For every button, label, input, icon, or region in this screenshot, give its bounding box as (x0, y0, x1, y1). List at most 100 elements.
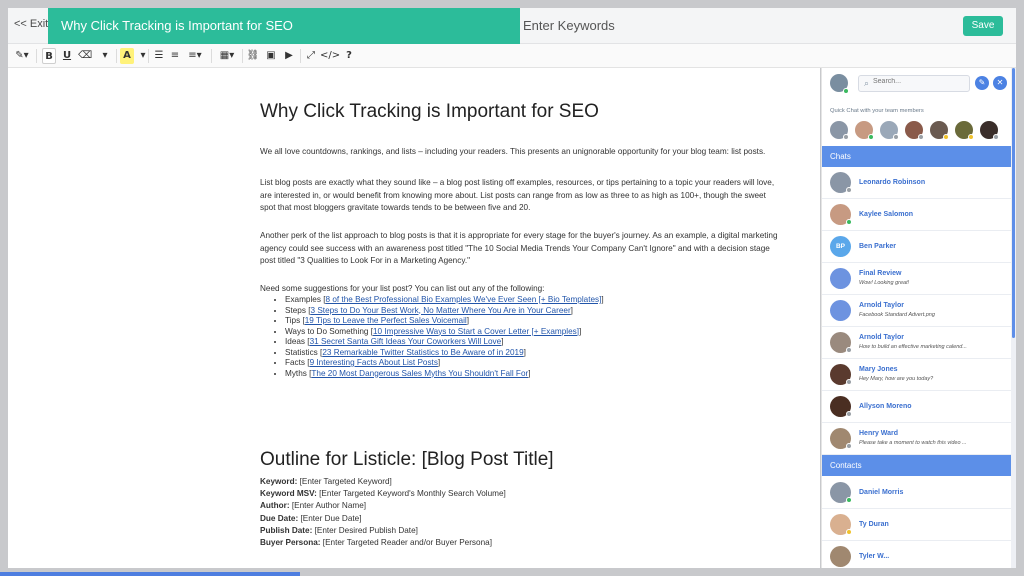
eraser-icon[interactable]: ⌫ (78, 48, 92, 64)
paragraph: Another perk of the list approach to blo… (260, 231, 778, 265)
list-item: Examples [8 of the Best Professional Bio… (285, 295, 604, 306)
last-message-preview: Hey Mary, how are you today? (859, 376, 934, 382)
image-icon[interactable]: ▣ (264, 48, 278, 64)
contact-name: Daniel Morris (859, 489, 904, 496)
chat-scrollbar[interactable] (1011, 68, 1016, 568)
contact-name: Leonardo Robinson (859, 179, 926, 186)
contact-name: Final Review (859, 270, 902, 277)
list-link[interactable]: 10 Impressive Ways to Start a Cover Lett… (373, 327, 579, 336)
fullscreen-icon[interactable]: ⤢ (304, 48, 318, 64)
toolbar-divider (300, 49, 301, 63)
list-link[interactable]: 19 Tips to Leave the Perfect Sales Voice… (305, 316, 467, 325)
link-icon[interactable]: ⛓ (246, 48, 260, 64)
contact-name: Ty Duran (859, 521, 889, 528)
status-dot (846, 347, 852, 353)
underline-button[interactable]: U (60, 48, 74, 64)
save-button[interactable]: Save (963, 16, 1003, 36)
scrollbar-thumb[interactable] (1012, 68, 1015, 338)
paragraph: Need some suggestions for your list post… (260, 284, 545, 293)
list-item: Ways to Do Something [10 Impressive Ways… (285, 327, 604, 338)
status-dot (993, 134, 999, 140)
status-dot (868, 134, 874, 140)
code-view-icon[interactable]: </> (320, 48, 340, 64)
editor-header: << Exit Why Click Tracking is Important … (8, 8, 1016, 44)
chat-row[interactable]: Leonardo Robinson (822, 167, 1011, 199)
chat-row[interactable]: Mary Jones Hey Mary, how are you today? (822, 359, 1011, 391)
contact-row[interactable]: Ty Duran (822, 509, 1011, 541)
list-link[interactable]: 9 Interesting Facts About List Posts (310, 358, 438, 367)
suggestion-list: Examples [8 of the Best Professional Bio… (285, 295, 604, 379)
list-link[interactable]: The 20 Most Dangerous Sales Myths You Sh… (311, 369, 528, 378)
list-item: Ideas [31 Secret Santa Gift Ideas Your C… (285, 337, 604, 348)
toolbar-divider (242, 49, 243, 63)
field-row: Publish Date: [Enter Desired Publish Dat… (260, 525, 418, 535)
post-title-tab[interactable]: Why Click Tracking is Important for SEO (48, 8, 520, 44)
magic-wand-icon[interactable]: ✎▾ (12, 48, 32, 64)
contact-name: Allyson Moreno (859, 403, 912, 410)
avatar (830, 546, 851, 567)
contact-row[interactable]: Tyler W... (822, 541, 1011, 568)
outline-heading: Outline for Listicle: [Blog Post Title] (260, 449, 554, 470)
outline-fields: Keyword: [Enter Targeted Keyword] Keywor… (260, 476, 506, 549)
toolbar-divider (36, 49, 37, 63)
chat-row[interactable]: Henry Ward Please take a moment to watch … (822, 423, 1011, 455)
paragraph: We all love countdowns, rankings, and li… (260, 147, 766, 156)
ordered-list-icon[interactable]: ≡ (168, 48, 182, 64)
edit-pencil-icon[interactable]: ✎ (975, 76, 989, 90)
contact-name: Tyler W... (859, 553, 890, 560)
avatar: BP (830, 236, 851, 257)
contact-name: Kaylee Salomon (859, 211, 914, 218)
chat-row[interactable]: BP Ben Parker (822, 231, 1011, 263)
toolbar-divider (116, 49, 117, 63)
contact-row[interactable]: Daniel Morris (822, 477, 1011, 509)
last-message-preview: Please take a moment to watch this video… (859, 440, 967, 446)
bold-button[interactable]: B (42, 48, 56, 64)
toolbar-divider (211, 49, 212, 63)
list-item: Facts [9 Interesting Facts About List Po… (285, 358, 604, 369)
list-link[interactable]: 31 Secret Santa Gift Ideas Your Coworker… (310, 337, 502, 346)
quick-chat-label: Quick Chat with your team members (830, 108, 924, 114)
status-dot (846, 497, 852, 503)
chat-row[interactable]: Arnold Taylor How to build an effective m… (822, 327, 1011, 359)
status-dot (968, 134, 974, 140)
chat-row[interactable]: Kaylee Salomon (822, 199, 1011, 231)
list-link[interactable]: 8 of the Best Professional Bio Examples … (326, 295, 602, 304)
last-message-preview: How to build an effective marketing cale… (859, 344, 967, 350)
bottom-progress-strip (0, 572, 300, 576)
status-dot (846, 219, 852, 225)
contact-name: Arnold Taylor (859, 334, 904, 341)
chat-row[interactable]: Allyson Moreno (822, 391, 1011, 423)
list-link[interactable]: 23 Remarkable Twitter Statistics to Be A… (322, 348, 523, 357)
last-message-preview: Facebook Standard Advert.png (859, 312, 935, 318)
formatting-toolbar: ✎▾ B U ⌫ ▾ A ▾ ☰ ≡ ≡▾ ▦▾ ⛓ ▣ ▶ ⤢ </> ? (8, 44, 1016, 68)
unordered-list-icon[interactable]: ☰ (152, 48, 166, 64)
enter-keywords-field[interactable]: Enter Keywords (523, 18, 615, 33)
align-dropdown-icon[interactable]: ≡▾ (184, 48, 206, 64)
list-item: Myths [The 20 Most Dangerous Sales Myths… (285, 369, 604, 380)
editor-canvas[interactable]: Why Click Tracking is Important for SEO … (8, 68, 820, 568)
video-icon[interactable]: ▶ (282, 48, 296, 64)
status-dot (843, 134, 849, 140)
text-color-button[interactable]: A (120, 48, 134, 64)
status-dot (943, 134, 949, 140)
search-icon: ⌕ (864, 78, 870, 88)
last-message-preview: Wow! Looking great! (859, 280, 910, 286)
exit-button[interactable]: << Exit (14, 18, 48, 30)
field-row: Due Date: [Enter Due Date] (260, 513, 362, 523)
close-icon[interactable]: ✕ (993, 76, 1007, 90)
contact-name: Ben Parker (859, 243, 896, 250)
field-row: Author: [Enter Author Name] (260, 501, 367, 511)
avatar (830, 300, 851, 321)
contact-name: Henry Ward (859, 430, 899, 437)
chat-row[interactable]: Arnold Taylor Facebook Standard Advert.pn… (822, 295, 1011, 327)
font-size-dropdown[interactable]: ▾ (98, 48, 112, 64)
field-row: Keyword: [Enter Targeted Keyword] (260, 477, 392, 486)
chat-row[interactable]: Final Review Wow! Looking great! (822, 263, 1011, 295)
help-icon[interactable]: ? (342, 48, 356, 64)
chat-search-input[interactable] (873, 78, 965, 85)
list-link[interactable]: 3 Steps to Do Your Best Work, No Matter … (311, 306, 571, 315)
status-dot (918, 134, 924, 140)
table-icon[interactable]: ▦▾ (216, 48, 238, 64)
contact-name: Arnold Taylor (859, 302, 904, 309)
avatar (830, 268, 851, 289)
